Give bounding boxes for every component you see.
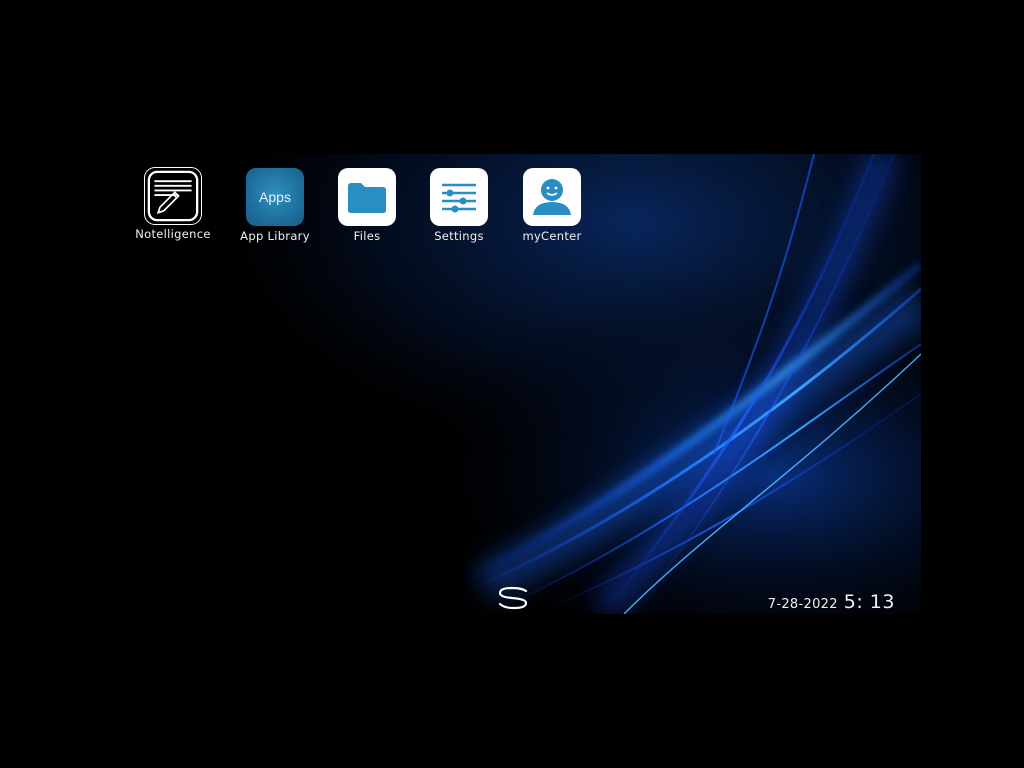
time-text: 5: 13 bbox=[843, 591, 895, 613]
app-label: Settings bbox=[434, 229, 484, 243]
desktop: Notelligence Apps App Library Files Sett… bbox=[104, 154, 921, 614]
note-pencil-icon bbox=[145, 168, 201, 224]
screen: Notelligence Apps App Library Files Sett… bbox=[0, 0, 1024, 768]
desktop-icons: Notelligence Apps App Library Files Sett… bbox=[104, 154, 921, 254]
app-mycenter[interactable]: myCenter bbox=[502, 168, 602, 243]
date-text: 7-28-2022 bbox=[767, 597, 838, 612]
folder-icon bbox=[338, 168, 396, 226]
sliders-icon bbox=[430, 168, 488, 226]
app-label: myCenter bbox=[522, 229, 582, 243]
app-notelligence[interactable]: Notelligence bbox=[123, 168, 223, 241]
apps-tile-text: Apps bbox=[259, 189, 291, 205]
app-label: App Library bbox=[240, 229, 310, 243]
brand-logo bbox=[496, 586, 532, 610]
person-smile-icon bbox=[523, 168, 581, 226]
app-files[interactable]: Files bbox=[317, 168, 417, 243]
app-label: Files bbox=[353, 229, 381, 243]
apps-grid-icon: Apps bbox=[246, 168, 304, 226]
app-label: Notelligence bbox=[135, 227, 211, 241]
app-settings[interactable]: Settings bbox=[409, 168, 509, 243]
clock: 7-28-2022 5: 13 bbox=[768, 591, 895, 613]
app-library[interactable]: Apps App Library bbox=[225, 168, 325, 243]
